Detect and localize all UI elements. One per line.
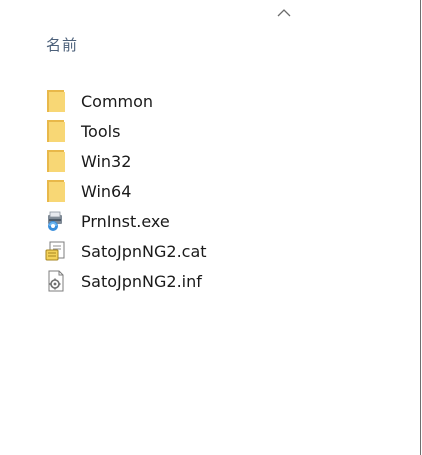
file-name: Win32 <box>81 151 132 171</box>
folder-icon <box>44 119 66 143</box>
list-item-folder-common[interactable]: Common <box>44 86 207 116</box>
name-column-header[interactable]: 名前 <box>46 34 78 55</box>
file-explorer-pane: 名前 Common Tools Win32 Win64 PrnInst.exe … <box>0 0 421 455</box>
file-name: Win64 <box>81 181 132 201</box>
list-item-prninst-exe[interactable]: PrnInst.exe <box>44 206 207 236</box>
list-item-satojpnng2-cat[interactable]: SatoJpnNG2.cat <box>44 236 207 266</box>
sort-ascending-icon[interactable] <box>276 8 292 18</box>
file-name: Tools <box>81 121 121 141</box>
file-name: Common <box>81 91 154 111</box>
file-name: SatoJpnNG2.inf <box>81 271 202 291</box>
setup-information-icon <box>44 269 66 293</box>
folder-icon <box>44 179 66 203</box>
installer-exe-icon <box>44 209 66 233</box>
security-catalog-icon <box>44 239 66 263</box>
folder-icon <box>44 149 66 173</box>
file-list: Common Tools Win32 Win64 PrnInst.exe Sat… <box>44 86 207 296</box>
list-item-satojpnng2-inf[interactable]: SatoJpnNG2.inf <box>44 266 207 296</box>
list-item-folder-win64[interactable]: Win64 <box>44 176 207 206</box>
file-name: PrnInst.exe <box>81 211 170 231</box>
list-item-folder-win32[interactable]: Win32 <box>44 146 207 176</box>
folder-icon <box>44 89 66 113</box>
file-name: SatoJpnNG2.cat <box>81 241 207 261</box>
list-item-folder-tools[interactable]: Tools <box>44 116 207 146</box>
